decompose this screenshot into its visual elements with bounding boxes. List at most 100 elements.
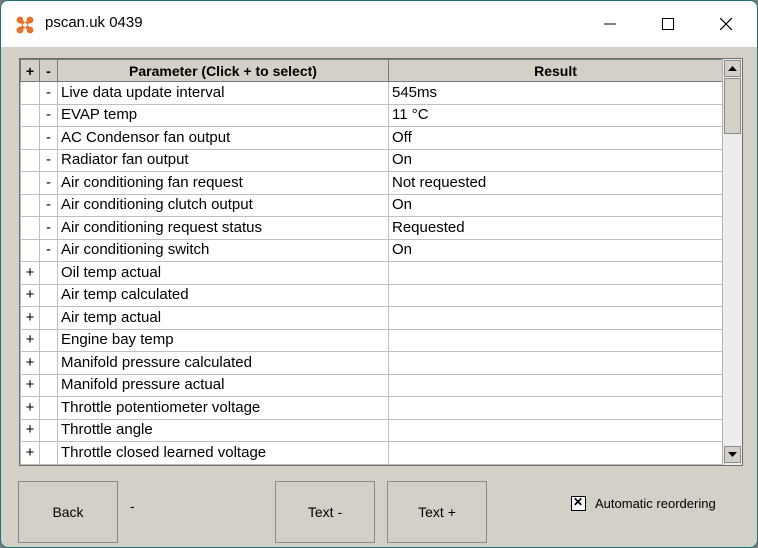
row-parameter: Throttle angle	[57, 418, 389, 443]
table-row[interactable]: + Air temp actual	[20, 306, 723, 330]
title-bar: pscan.uk 0439	[1, 1, 757, 47]
row-plus-toggle[interactable]: +	[20, 351, 40, 375]
vertical-scrollbar[interactable]	[722, 59, 742, 465]
table-row[interactable]: - Live data update interval 545ms	[20, 81, 723, 105]
scroll-down-button[interactable]	[724, 446, 741, 463]
table-row[interactable]: + Manifold pressure actual	[20, 373, 723, 398]
header-result[interactable]: Result	[388, 59, 723, 82]
row-parameter: Air conditioning switch	[57, 238, 389, 263]
row-result	[388, 351, 723, 375]
row-minus-cell	[39, 351, 58, 375]
row-result	[388, 441, 723, 465]
table-row[interactable]: - Air conditioning request status Requeste…	[20, 216, 723, 240]
row-parameter: EVAP temp	[57, 103, 389, 128]
row-plus-cell	[20, 148, 40, 173]
row-minus-cell	[39, 261, 58, 285]
row-result	[388, 306, 723, 330]
row-result: On	[388, 238, 723, 263]
maximize-icon	[662, 18, 674, 30]
row-plus-cell	[20, 171, 40, 195]
row-parameter: Oil temp actual	[57, 261, 389, 285]
row-minus-toggle[interactable]: -	[39, 81, 58, 105]
row-parameter: AC Condensor fan output	[57, 126, 389, 150]
maximize-button[interactable]	[639, 1, 697, 47]
row-plus-toggle[interactable]: +	[20, 306, 40, 330]
app-window: pscan.uk 0439 + - Parameter (Click + to …	[0, 0, 758, 548]
row-minus-toggle[interactable]: -	[39, 103, 58, 128]
row-result	[388, 396, 723, 420]
table-body: - Live data update interval 545ms - EVAP tem…	[20, 81, 723, 465]
row-minus-cell	[39, 418, 58, 443]
row-plus-toggle[interactable]: +	[20, 328, 40, 353]
row-plus-toggle[interactable]: +	[20, 261, 40, 285]
arrow-up-icon	[728, 66, 737, 71]
table-row[interactable]: - Radiator fan output On	[20, 148, 723, 173]
row-plus-cell	[20, 193, 40, 218]
row-minus-toggle[interactable]: -	[39, 126, 58, 150]
row-result: Off	[388, 126, 723, 150]
row-plus-toggle[interactable]: +	[20, 373, 40, 398]
header-minus[interactable]: -	[39, 59, 58, 82]
row-parameter: Air conditioning request status	[57, 216, 389, 240]
scroll-thumb[interactable]	[724, 78, 741, 134]
text-minus-button[interactable]: Text -	[275, 481, 375, 543]
row-minus-toggle[interactable]: -	[39, 238, 58, 263]
row-minus-toggle[interactable]: -	[39, 216, 58, 240]
table-row[interactable]: - AC Condensor fan output Off	[20, 126, 723, 150]
row-parameter: Throttle closed learned voltage	[57, 441, 389, 465]
row-result	[388, 283, 723, 308]
table-row[interactable]: + Throttle closed learned voltage	[20, 441, 723, 465]
table-row[interactable]: + Air temp calculated	[20, 283, 723, 308]
row-result	[388, 418, 723, 443]
table-row[interactable]: + Oil temp actual	[20, 261, 723, 285]
row-result: Not requested	[388, 171, 723, 195]
row-parameter: Live data update interval	[57, 81, 389, 105]
back-button[interactable]: Back	[18, 481, 118, 543]
auto-reorder-option[interactable]: Automatic reordering	[571, 495, 716, 511]
table-row[interactable]: - EVAP temp 11 °C	[20, 103, 723, 128]
table-row[interactable]: - Air conditioning fan request Not request…	[20, 171, 723, 195]
row-plus-toggle[interactable]: +	[20, 396, 40, 420]
table-header-row: + - Parameter (Click + to select) Result	[20, 59, 723, 82]
row-plus-toggle[interactable]: +	[20, 441, 40, 465]
table-row[interactable]: + Throttle angle	[20, 418, 723, 443]
table-row[interactable]: + Engine bay temp	[20, 328, 723, 353]
row-result	[388, 261, 723, 285]
row-plus-cell	[20, 81, 40, 105]
status-dash: -	[130, 498, 135, 514]
row-parameter: Air temp calculated	[57, 283, 389, 308]
row-result: On	[388, 148, 723, 173]
row-result: 545ms	[388, 81, 723, 105]
row-minus-cell	[39, 373, 58, 398]
row-plus-toggle[interactable]: +	[20, 283, 40, 308]
row-minus-toggle[interactable]: -	[39, 148, 58, 173]
row-plus-toggle[interactable]: +	[20, 418, 40, 443]
close-button[interactable]	[697, 1, 755, 47]
window-title: pscan.uk 0439	[45, 14, 143, 31]
row-parameter: Air conditioning clutch output	[57, 193, 389, 218]
header-parameter[interactable]: Parameter (Click + to select)	[57, 59, 389, 82]
row-minus-toggle[interactable]: -	[39, 171, 58, 195]
text-plus-button[interactable]: Text +	[387, 481, 487, 543]
app-logo-icon	[16, 16, 34, 34]
header-plus[interactable]: +	[20, 59, 40, 82]
close-icon	[720, 18, 732, 30]
row-result: On	[388, 193, 723, 218]
minimize-button[interactable]	[581, 1, 639, 47]
row-result: Requested	[388, 216, 723, 240]
row-result	[388, 373, 723, 398]
scroll-up-button[interactable]	[724, 60, 741, 77]
auto-reorder-checkbox[interactable]	[571, 495, 586, 511]
table-row[interactable]: + Throttle potentiometer voltage	[20, 396, 723, 420]
parameter-table: + - Parameter (Click + to select) Result…	[19, 58, 743, 466]
table-row[interactable]: + Manifold pressure calculated	[20, 351, 723, 375]
row-parameter: Manifold pressure actual	[57, 373, 389, 398]
table-row[interactable]: - Air conditioning clutch output On	[20, 193, 723, 218]
row-minus-cell	[39, 283, 58, 308]
row-parameter: Air conditioning fan request	[57, 171, 389, 195]
row-parameter: Radiator fan output	[57, 148, 389, 173]
row-plus-cell	[20, 103, 40, 128]
minimize-icon	[604, 23, 616, 25]
row-minus-toggle[interactable]: -	[39, 193, 58, 218]
table-row[interactable]: - Air conditioning switch On	[20, 238, 723, 263]
